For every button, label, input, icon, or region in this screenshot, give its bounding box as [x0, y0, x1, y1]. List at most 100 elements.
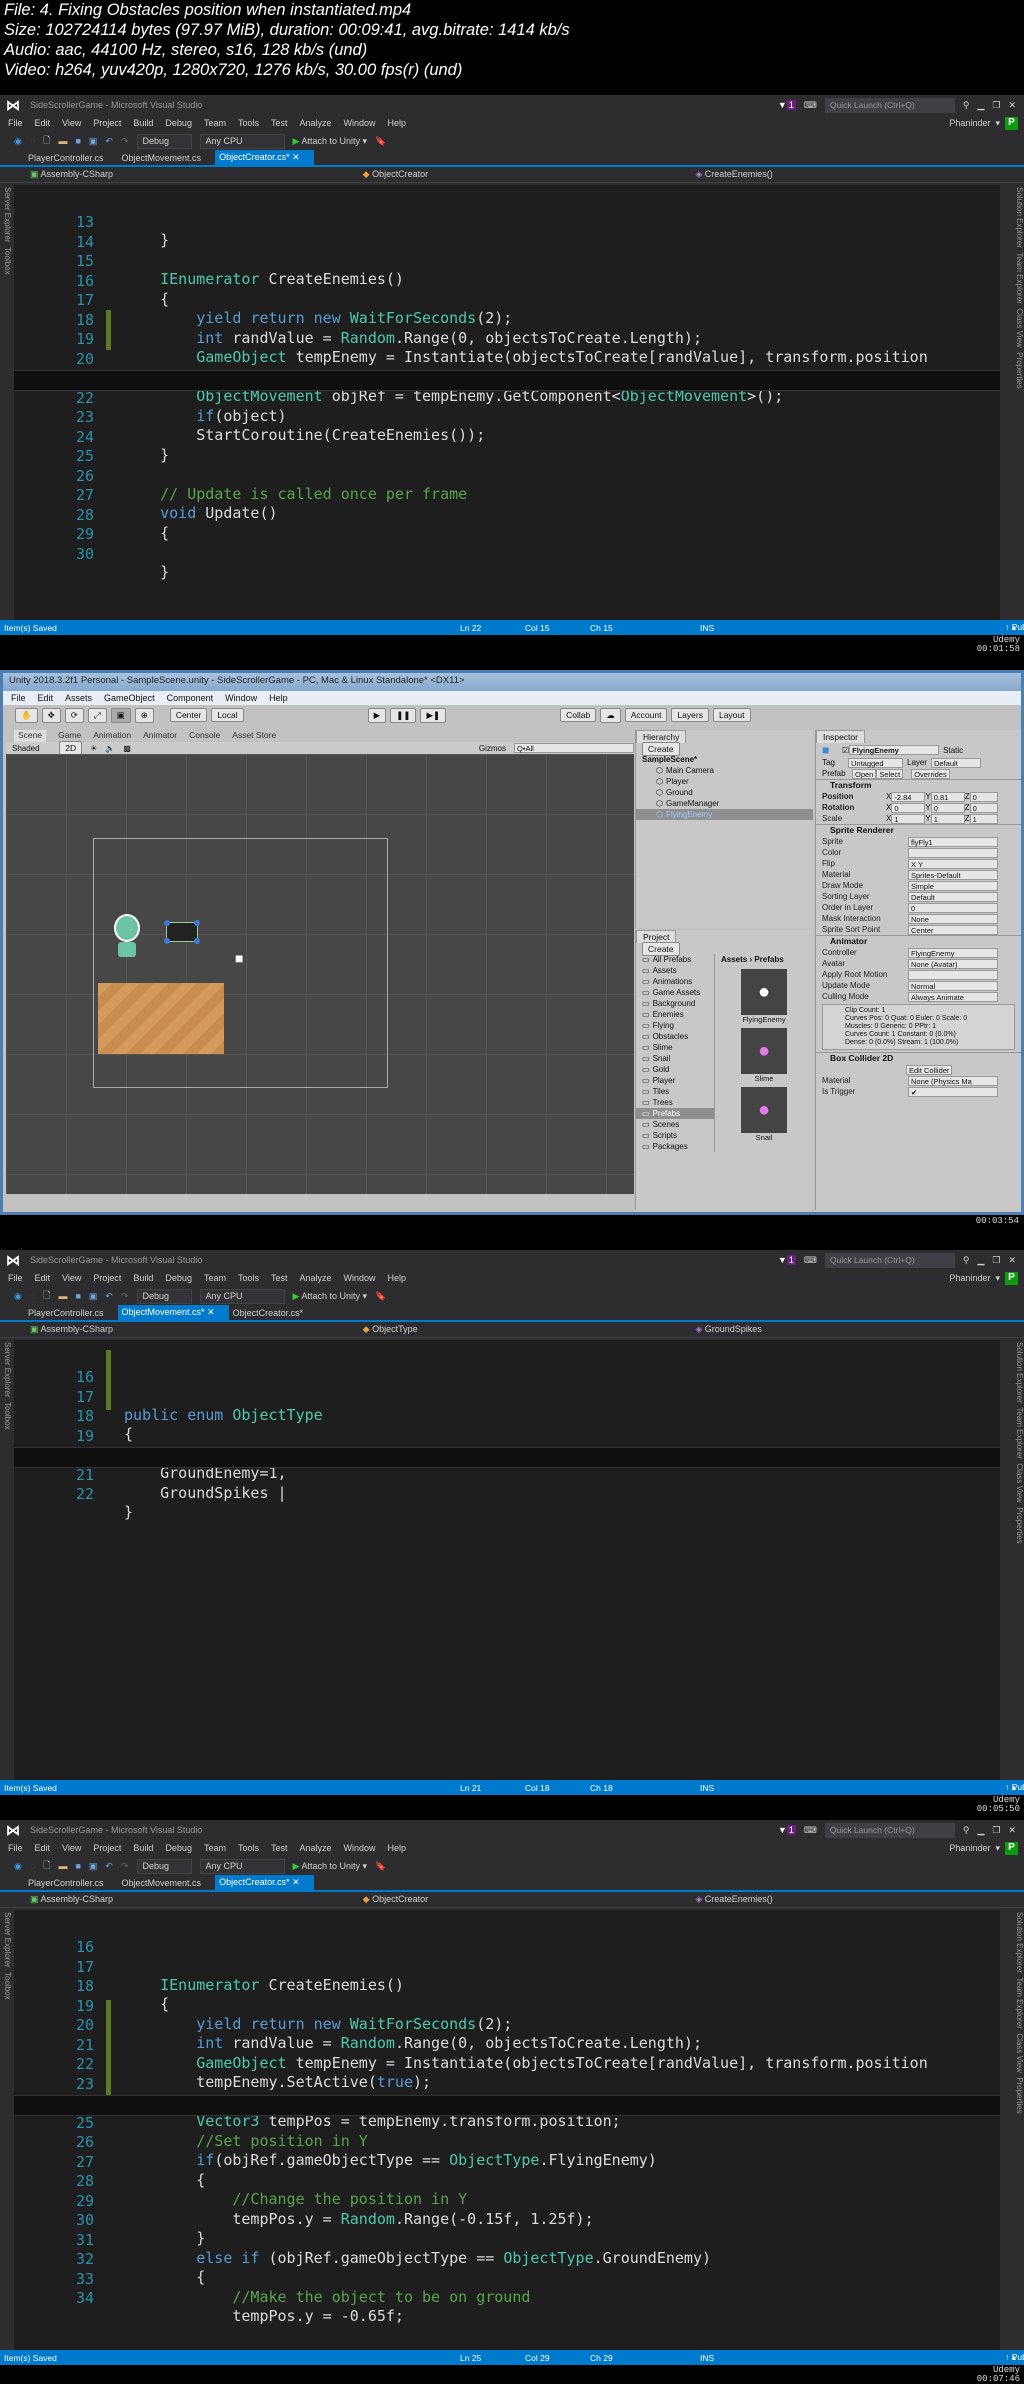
unity-menu-item[interactable]: Edit — [38, 693, 54, 703]
code-line[interactable]: 22 tempEnemy.SetActive(true); — [14, 2037, 1000, 2091]
editor-tab[interactable]: PlayerController.cs — [24, 1876, 118, 1890]
tool-tab[interactable]: Properties — [1015, 2077, 1024, 2113]
scale-z-field[interactable]: 1 — [969, 813, 998, 824]
scene-view-tab[interactable]: Animator — [143, 730, 177, 742]
attach-unity-button[interactable]: ▶ Attach to Unity ▾ — [293, 1291, 368, 1302]
code-line[interactable]: 13 } — [14, 195, 1000, 249]
rect-tool-icon[interactable]: ▣ — [110, 707, 131, 723]
new-project-icon[interactable]: 🗋 — [43, 1858, 50, 1874]
project-folder[interactable]: ▭ Snail — [636, 1053, 714, 1064]
menu-file[interactable]: File — [8, 118, 23, 128]
editor-tab[interactable]: ObjectMovement.cs* ✕ — [117, 1305, 229, 1320]
layers-dropdown[interactable]: Layers — [671, 708, 709, 722]
menu-edit[interactable]: Edit — [35, 1843, 51, 1853]
search-icon[interactable]: ⚲ — [963, 1255, 970, 1266]
code-line[interactable]: 18 { — [14, 1959, 1000, 2013]
code-line[interactable]: 16 { — [14, 254, 1000, 308]
close-tab-icon[interactable]: ✕ — [207, 1307, 215, 1317]
class-dropdown[interactable]: ◆ ObjectType — [359, 1324, 692, 1335]
unity-menu-item[interactable]: File — [11, 693, 26, 703]
search-icon[interactable]: ⚲ — [963, 100, 970, 111]
menu-window[interactable]: Window — [344, 1843, 376, 1853]
menu-view[interactable]: View — [62, 1273, 81, 1283]
back-icon[interactable]: ◉ — [14, 1291, 22, 1302]
editor-tab[interactable]: ObjectMovement.cs — [118, 151, 216, 165]
property-value[interactable]: ✔ — [908, 1086, 998, 1097]
scene-view-tab[interactable]: Asset Store — [232, 730, 276, 742]
code-line[interactable]: 17 yield return new WaitForSeconds(2); — [14, 273, 1000, 327]
code-line[interactable]: 23 ObjectMovement objRef = tempEnemy.Get… — [14, 2057, 1000, 2111]
search-icon[interactable]: ⚲ — [963, 1825, 970, 1836]
scene-view-tab[interactable]: Animation — [93, 730, 131, 742]
server-explorer-tab[interactable]: Server Explorer — [3, 1342, 12, 1398]
unity-menu-item[interactable]: Help — [269, 693, 288, 703]
code-line[interactable]: 30 } — [14, 527, 1000, 581]
menu-analyze[interactable]: Analyze — [300, 1843, 332, 1853]
project-folder[interactable]: ▭ Gold — [636, 1064, 714, 1075]
prefab-select-button[interactable]: Select — [876, 768, 904, 779]
editor-tab[interactable]: ObjectCreator.cs* ✕ — [215, 150, 314, 165]
editor-tab[interactable]: ObjectMovement.cs — [118, 1876, 216, 1890]
shading-dropdown[interactable]: Shaded — [12, 744, 51, 753]
new-project-icon[interactable]: 🗋 — [43, 133, 50, 149]
hierarchy-item[interactable]: ⬡ FlyingEnemy — [636, 809, 813, 820]
rotation-z-field[interactable]: 0 — [969, 802, 998, 813]
project-dropdown[interactable]: ▣ Assembly-CSharp — [26, 1324, 359, 1335]
prefab-overrides-dropdown[interactable]: Overrides — [911, 768, 950, 779]
transform-header[interactable]: Transform — [816, 779, 1021, 791]
user-account[interactable]: Phaninder ▾ P — [949, 1271, 1018, 1285]
pivot-local-button[interactable]: Local — [211, 708, 244, 722]
publish-button[interactable]: ↑ Publish ▴ — [1005, 2352, 1024, 2363]
scene-view-tab[interactable]: Scene — [14, 730, 47, 742]
tool-tab[interactable]: Team Explorer — [1015, 252, 1024, 304]
property-value[interactable]: FlyingEnemy — [908, 947, 998, 958]
save-icon[interactable]: ■ — [75, 136, 80, 146]
code-line[interactable]: 17 public enum ObjectType — [14, 1370, 1000, 1424]
menu-tools[interactable]: Tools — [238, 1273, 259, 1283]
project-folder[interactable]: ▭ Trees — [636, 1097, 714, 1108]
minimize-button[interactable]: ▁ — [977, 1255, 984, 1266]
code-line[interactable]: 17 IEnumerator CreateEnemies() — [14, 1940, 1000, 1994]
project-folder[interactable]: ▭ Packages — [636, 1141, 714, 1152]
hierarchy-item[interactable]: ⬡ Ground — [636, 787, 813, 798]
property-value[interactable]: Sprites-Default — [908, 869, 998, 880]
forward-icon[interactable]: ◌ — [30, 136, 35, 146]
editor-tab[interactable]: ObjectCreator.cs* — [229, 1306, 318, 1320]
redo-icon[interactable]: ↷ — [121, 1291, 129, 1302]
platform-dropdown[interactable]: Any CPU — [199, 1858, 285, 1874]
menu-build[interactable]: Build — [133, 118, 153, 128]
property-value[interactable] — [908, 847, 998, 858]
property-value[interactable]: Simple — [908, 880, 998, 891]
menu-tools[interactable]: Tools — [238, 1843, 259, 1853]
menu-project[interactable]: Project — [93, 1843, 121, 1853]
layer-dropdown[interactable]: Default — [931, 757, 982, 768]
property-value[interactable]: 0 — [908, 902, 998, 913]
unity-menu-item[interactable]: GameObject — [104, 693, 155, 703]
project-folder[interactable]: ▭ Scenes — [636, 1119, 714, 1130]
pause-button[interactable]: ❚❚ — [390, 707, 417, 723]
2d-toggle[interactable]: 2D — [59, 741, 83, 755]
menu-view[interactable]: View — [62, 1843, 81, 1853]
code-line[interactable]: 24 Vector3 tempPos = tempEnemy.transform… — [14, 2076, 1000, 2130]
restore-button[interactable]: ❐ — [992, 1255, 1000, 1266]
menu-test[interactable]: Test — [271, 1843, 288, 1853]
menu-file[interactable]: File — [8, 1273, 23, 1283]
code-line[interactable]: 30 } — [14, 2193, 1000, 2247]
code-line[interactable]: 22 } — [14, 1467, 1000, 1521]
edit-collider-button[interactable]: Edit Collider — [906, 1064, 953, 1075]
restore-button[interactable]: ❐ — [992, 1825, 1000, 1836]
sprite-renderer-header[interactable]: Sprite Renderer — [816, 824, 1021, 836]
save-icon[interactable]: ■ — [75, 1861, 80, 1871]
collab-dropdown[interactable]: Collab — [560, 708, 597, 722]
position-z-field[interactable]: 0 — [969, 791, 998, 802]
scene-search[interactable]: Q•All — [514, 743, 634, 753]
toolbox-tab[interactable]: Toolbox — [3, 1402, 12, 1430]
notification-filter-icon[interactable]: ▼ 1 — [778, 1255, 796, 1265]
undo-icon[interactable]: ↶ — [105, 1861, 113, 1872]
code-line[interactable]: 34 tempPos.y = -0.65f; — [14, 2271, 1000, 2325]
property-value[interactable]: Always Animate — [908, 991, 998, 1002]
unity-menu-item[interactable]: Component — [167, 693, 214, 703]
menu-help[interactable]: Help — [388, 1273, 407, 1283]
member-dropdown[interactable]: ◈ CreateEnemies() — [691, 169, 1024, 180]
redo-icon[interactable]: ↷ — [121, 136, 129, 147]
